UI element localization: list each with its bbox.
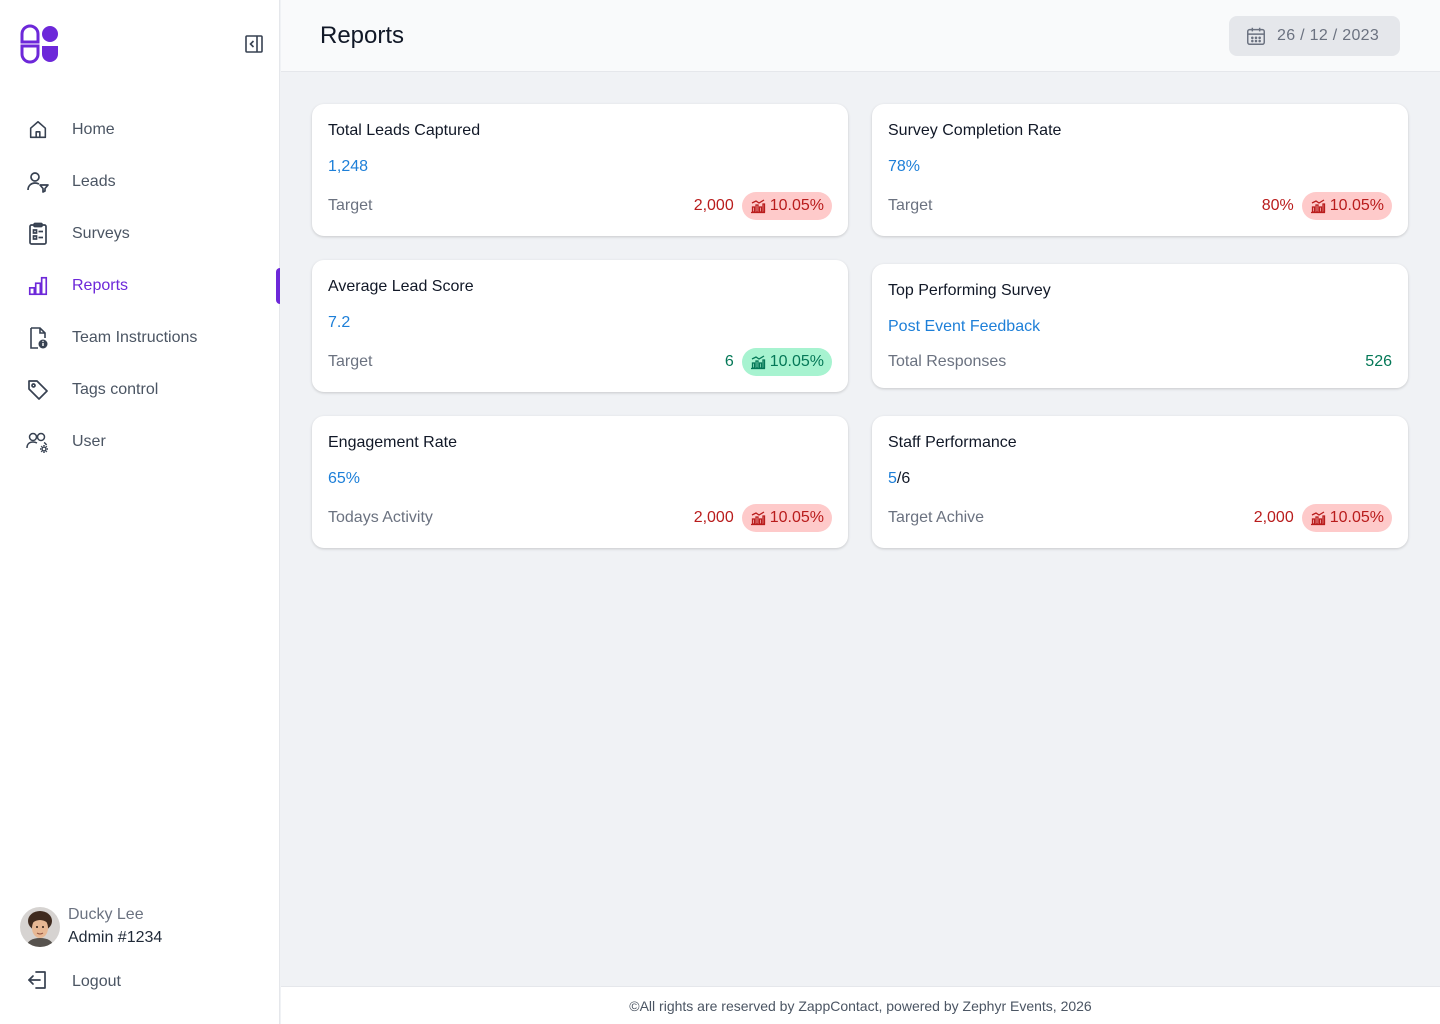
card-title: Total Leads Captured [328, 122, 481, 139]
home-icon [26, 118, 50, 142]
card-staff-performance: Staff Performance 5/6 Target Achive 2,00… [872, 416, 1408, 548]
card-average-lead-score: Average Lead Score 7.2 Target 6 10.05% [312, 260, 848, 392]
profile-name: Ducky Lee [68, 906, 144, 923]
card-engagement-rate: Engagement Rate 65% Todays Activity 2,00… [312, 416, 848, 548]
clipboard-list-icon [26, 222, 50, 246]
change-badge: 10.05% [741, 348, 832, 376]
card-footer-value: 80% [1261, 197, 1294, 214]
change-badge-value: 10.05% [769, 197, 824, 214]
date-value: 26 / 12 / 2023 [1277, 27, 1380, 44]
sidebar-item-label: User [72, 433, 106, 450]
card-title: Engagement Rate [328, 434, 457, 451]
card-survey-completion-rate: Survey Completion Rate 78% Target 80% 10… [872, 104, 1408, 236]
change-badge-value: 10.05% [769, 509, 824, 526]
change-badge: 10.05% [1301, 192, 1392, 220]
sidebar-item-tags-control[interactable]: Tags control [0, 364, 280, 416]
change-badge-value: 10.05% [1329, 197, 1384, 214]
logout-label: Logout [72, 973, 121, 990]
card-title: Top Performing Survey [888, 282, 1051, 299]
card-value: 65% [328, 470, 361, 487]
change-badge: 10.05% [741, 504, 832, 532]
card-value: 1,248 [328, 158, 369, 175]
card-top-performing-survey: Top Performing Survey Post Event Feedbac… [872, 264, 1408, 388]
trend-chart-icon [1310, 198, 1326, 214]
card-value: 5/6 [888, 470, 910, 488]
sidebar-item-label: Reports [72, 277, 129, 294]
calendar-icon [1245, 25, 1267, 47]
change-badge-value: 10.05% [769, 353, 824, 370]
sidebar: Home Leads Surveys Reports Team Instruct… [0, 0, 280, 1024]
trend-chart-icon [750, 354, 766, 370]
trend-chart-icon [750, 510, 766, 526]
tag-icon [26, 378, 50, 402]
page-footer: ©All rights are reserved by ZappContact,… [281, 986, 1440, 1024]
card-value: 78% [888, 158, 921, 175]
sidebar-collapse-icon[interactable] [244, 34, 264, 54]
users-gear-icon [26, 430, 50, 454]
card-footer-value: 2,000 [693, 197, 734, 214]
change-badge: 10.05% [741, 192, 832, 220]
card-value: 7.2 [328, 314, 351, 331]
card-footer-label: Target Achive [888, 509, 985, 526]
change-badge: 10.05% [1301, 504, 1392, 532]
change-badge-value: 10.05% [1329, 509, 1384, 526]
top-survey-link[interactable]: Post Event Feedback [888, 318, 1040, 336]
sidebar-nav: Home Leads Surveys Reports Team Instruct… [0, 104, 280, 468]
card-footer-label: Target [328, 197, 373, 214]
sidebar-item-home[interactable]: Home [0, 104, 280, 156]
bar-chart-icon [26, 274, 50, 298]
user-profile[interactable]: Ducky Lee Admin #1234 [20, 904, 162, 950]
staff-active-count: 5 [888, 470, 897, 487]
active-indicator [276, 268, 280, 304]
date-picker[interactable]: 26 / 12 / 2023 [1229, 16, 1400, 56]
card-footer-label: Todays Activity [328, 509, 433, 526]
sidebar-item-label: Team Instructions [72, 329, 198, 346]
staff-total-count: /6 [896, 470, 911, 487]
card-footer-label: Target [328, 353, 373, 370]
card-footer-label: Total Responses [888, 353, 1007, 370]
avatar [20, 907, 60, 947]
page-header: Reports 26 / 12 / 2023 [281, 0, 1440, 72]
document-info-icon [26, 326, 50, 350]
user-filter-icon [26, 170, 50, 194]
card-footer-value: 2,000 [693, 509, 734, 526]
sidebar-item-label: Leads [72, 173, 116, 190]
trend-chart-icon [750, 198, 766, 214]
sidebar-item-label: Home [72, 121, 115, 138]
logout-icon [26, 968, 50, 997]
sidebar-item-reports[interactable]: Reports [0, 260, 280, 312]
card-footer-value: 6 [724, 353, 734, 370]
card-total-leads-captured: Total Leads Captured 1,248 Target 2,000 … [312, 104, 848, 236]
card-title: Survey Completion Rate [888, 122, 1062, 139]
card-title: Staff Performance [888, 434, 1017, 451]
card-footer-value: 526 [1365, 353, 1392, 370]
sidebar-item-team-instructions[interactable]: Team Instructions [0, 312, 280, 364]
app-logo[interactable] [20, 24, 60, 64]
sidebar-item-user[interactable]: User [0, 416, 280, 468]
sidebar-item-leads[interactable]: Leads [0, 156, 280, 208]
card-footer-value: 2,000 [1253, 509, 1294, 526]
card-title: Average Lead Score [328, 278, 474, 295]
page-title: Reports [320, 22, 405, 49]
sidebar-item-label: Surveys [72, 225, 130, 242]
card-footer-label: Target [888, 197, 933, 214]
sidebar-item-label: Tags control [72, 381, 159, 398]
trend-chart-icon [1310, 510, 1326, 526]
sidebar-item-surveys[interactable]: Surveys [0, 208, 280, 260]
logout-button[interactable]: Logout [26, 968, 121, 996]
copyright-text: ©All rights are reserved by ZappContact,… [629, 997, 1092, 1014]
profile-role: Admin #1234 [68, 929, 163, 946]
